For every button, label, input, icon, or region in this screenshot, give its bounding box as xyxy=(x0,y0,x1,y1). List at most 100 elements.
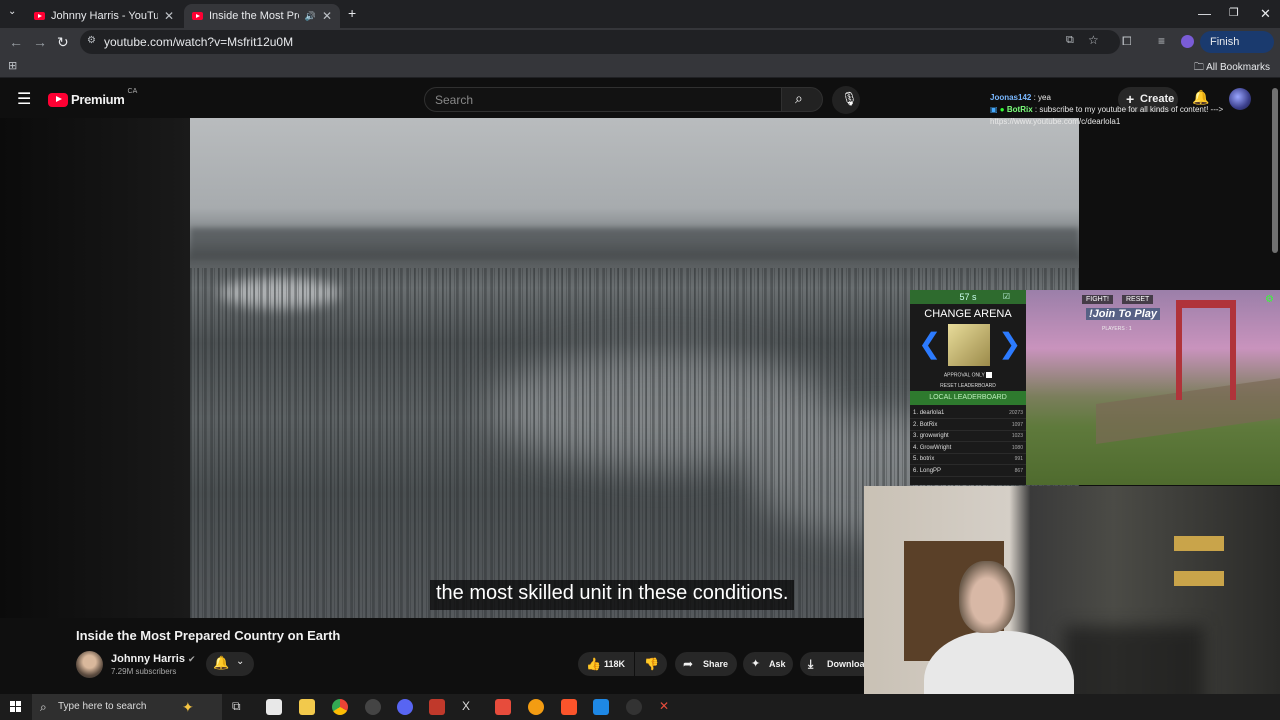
tab-johnny-harris[interactable]: Johnny Harris - YouTube ✕ xyxy=(26,4,182,28)
minimize-icon[interactable]: — xyxy=(1198,6,1211,21)
search-input[interactable]: Search xyxy=(424,87,782,112)
chevron-down-icon: ⌄ xyxy=(236,656,245,667)
sparkle-icon: ✦ xyxy=(182,699,194,715)
restore-icon[interactable]: ❐ xyxy=(1229,6,1239,19)
brave-icon[interactable] xyxy=(561,699,577,715)
forward-icon[interactable]: → xyxy=(33,34,47,50)
download-icon: ⤓ xyxy=(808,657,814,671)
youtube-favicon-icon xyxy=(192,12,203,20)
blender-icon[interactable] xyxy=(528,699,544,715)
all-bookmarks-button[interactable]: 🗀 All Bookmarks xyxy=(1194,60,1270,77)
stream-game-overlay: 57 s ☑ CHANGE ARENA ❮ ❯ APPROVAL ONLY RE… xyxy=(910,290,1280,485)
speaker-icon[interactable]: 🔊 xyxy=(305,11,316,22)
approval-text: APPROVAL ONLY xyxy=(943,372,985,379)
local-leaderboard-header: LOCAL LEADERBOARD xyxy=(910,391,1026,405)
join-to-play-label: !Join To Play xyxy=(1086,308,1161,320)
video-scenery xyxy=(190,228,1079,258)
search-icon: ⌕ xyxy=(40,700,47,714)
webcam-scenery xyxy=(1174,536,1224,551)
ask-button[interactable]: ✦ Ask xyxy=(743,652,793,676)
share-button[interactable]: ➦ Share xyxy=(675,652,737,676)
theater-backdrop xyxy=(0,118,190,618)
chat-username: BotRix xyxy=(1006,105,1033,114)
change-arena-label: CHANGE ARENA xyxy=(924,308,1012,320)
app-icon[interactable] xyxy=(626,699,642,715)
microphone-icon: 🎙 xyxy=(841,91,858,106)
app-icon[interactable]: ✕ xyxy=(659,699,675,715)
site-info-icon[interactable]: ⚙ xyxy=(87,35,96,46)
checkbox-icon[interactable]: ☑ xyxy=(1003,290,1010,304)
windows-taskbar: ⌕ Type here to search ✦ ⧉ X ✕ xyxy=(0,694,1280,720)
new-tab-icon[interactable]: + xyxy=(348,5,356,21)
player-score: 991 xyxy=(1014,456,1023,462)
arrow-left-icon[interactable]: ❮ xyxy=(918,330,941,358)
address-bar[interactable]: ⚙ youtube.com/watch?v=Msfrit12u0M ⧉ ☆ xyxy=(80,30,1120,54)
youtube-play-logo-icon xyxy=(48,92,68,107)
gear-icon[interactable]: ⚙ xyxy=(1265,294,1274,305)
apps-grid-icon[interactable]: ⊞ xyxy=(8,59,17,72)
chat-message: Joonas142 : yea xyxy=(990,92,1260,104)
reset-button[interactable]: RESET xyxy=(1122,295,1154,304)
page-scrollbar[interactable] xyxy=(1272,88,1278,253)
bookmark-star-icon[interactable]: ☆ xyxy=(1088,33,1099,47)
logo-region: CA xyxy=(127,88,138,95)
download-button[interactable]: ⤓ Downloa xyxy=(800,652,864,676)
player-name: dearlola1 xyxy=(919,410,945,416)
like-count: 118K xyxy=(604,659,626,669)
chat-text: : yea xyxy=(1031,93,1051,102)
close-window-icon[interactable]: ✕ xyxy=(1260,6,1271,22)
like-button[interactable]: 👍 118K xyxy=(578,652,634,676)
voice-search-button[interactable]: 🎙 xyxy=(832,86,860,114)
subscription-bell-button[interactable]: 🔔 ⌄ xyxy=(206,652,254,676)
channel-avatar[interactable] xyxy=(76,651,103,678)
verified-icon: ✔ xyxy=(188,654,196,664)
rank: 1. xyxy=(913,410,919,416)
video-title: Inside the Most Prepared Country on Eart… xyxy=(76,628,341,643)
dislike-button[interactable]: 👎 xyxy=(635,652,667,676)
install-app-icon[interactable]: ⧉ xyxy=(1066,34,1074,47)
app-icon[interactable] xyxy=(365,699,381,715)
hamburger-menu-icon[interactable]: ☰ xyxy=(17,89,31,109)
thumbs-up-icon: 👍 xyxy=(586,657,601,671)
extensions-icon[interactable]: ⧠ xyxy=(1122,34,1132,49)
finish-update-button[interactable]: Finish update ⋮ xyxy=(1200,31,1274,70)
close-tab-icon[interactable]: ✕ xyxy=(164,9,174,23)
file-explorer-icon[interactable] xyxy=(299,699,315,715)
fight-button[interactable]: FIGHT! xyxy=(1082,295,1113,304)
player-score: 1023 xyxy=(1011,433,1023,439)
task-view-icon[interactable]: ⧉ xyxy=(232,699,248,715)
app-icon[interactable] xyxy=(266,699,282,715)
reset-leaderboard-button[interactable]: RESET LEADERBOARD xyxy=(910,383,1026,389)
app-icon[interactable] xyxy=(495,699,511,715)
vscode-icon[interactable] xyxy=(593,699,609,715)
app-icon[interactable]: X xyxy=(462,699,478,715)
approval-only-label: APPROVAL ONLY xyxy=(910,372,1026,378)
url-text[interactable]: youtube.com/watch?v=Msfrit12u0M xyxy=(104,35,293,49)
thumbs-down-icon: 👎 xyxy=(644,657,659,671)
youtube-premium-logo[interactable]: Premium CA xyxy=(48,88,137,107)
player-score: 1080 xyxy=(1011,445,1023,451)
leaderboard-row: 1. dearlola1 20273 xyxy=(910,408,1026,419)
game-torii-gate xyxy=(1176,300,1236,400)
discord-icon[interactable] xyxy=(397,699,413,715)
approval-checkbox[interactable] xyxy=(986,372,993,378)
taskbar-search-input[interactable]: ⌕ Type here to search ✦ xyxy=(32,694,222,720)
subscriber-count: 7.29M subscribers xyxy=(111,667,177,676)
online-dot-icon: ● xyxy=(999,105,1005,114)
profile-avatar[interactable] xyxy=(1181,35,1194,48)
rank: 2. xyxy=(913,422,919,428)
reading-list-icon[interactable]: ≡ xyxy=(1158,34,1165,48)
close-tab-icon[interactable]: ✕ xyxy=(322,9,332,23)
windows-start-icon[interactable] xyxy=(10,701,22,713)
search-button[interactable]: ⌕ xyxy=(781,87,823,112)
back-icon[interactable]: ← xyxy=(9,34,23,50)
channel-name[interactable]: Johnny Harris ✔ xyxy=(111,653,196,665)
tab-inside-most-prepared[interactable]: Inside the Most Prepared C 🔊 ✕ xyxy=(184,4,340,28)
app-icon[interactable] xyxy=(429,699,445,715)
browser-toolbar: ← → ↻ ⚙ youtube.com/watch?v=Msfrit12u0M … xyxy=(0,28,1280,70)
player-name: growwright xyxy=(919,433,949,439)
reload-icon[interactable]: ↻ xyxy=(57,34,69,51)
tab-search-icon[interactable]: ⌄ xyxy=(8,6,16,17)
arrow-right-icon[interactable]: ❯ xyxy=(998,330,1021,358)
chrome-icon[interactable] xyxy=(332,699,348,715)
